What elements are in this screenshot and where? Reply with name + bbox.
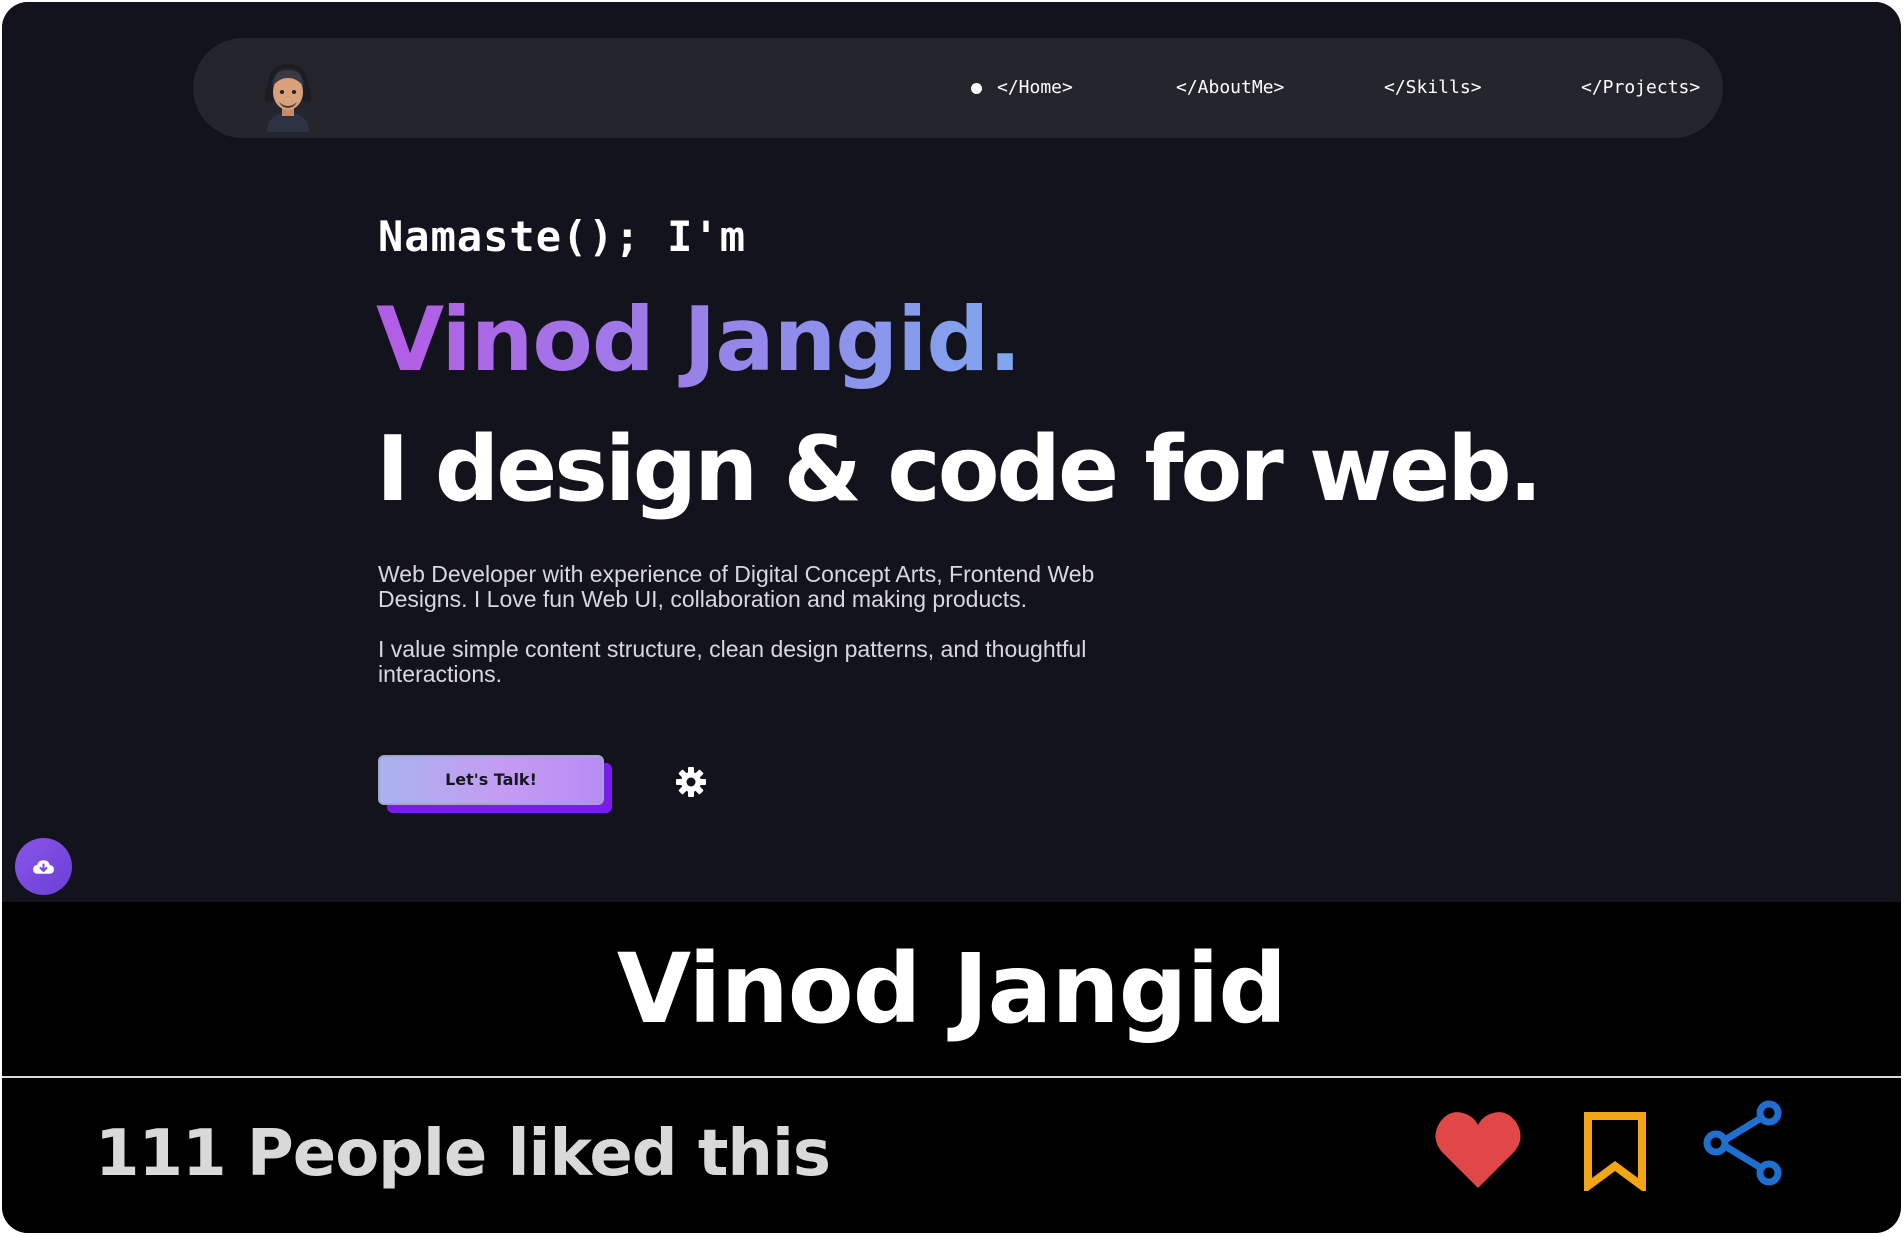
nav-label-aboutme: </AboutMe> <box>1176 77 1285 98</box>
gear-icon[interactable] <box>675 766 707 798</box>
cloud-download-icon <box>33 860 54 874</box>
nav-label-skills: </Skills> <box>1384 77 1482 98</box>
bookmark-icon[interactable] <box>1582 1111 1648 1191</box>
hero-paragraph-values: I value simple content structure, clean … <box>378 636 1087 687</box>
card-footer: 111 People liked this <box>2 1078 1901 1233</box>
share-icon[interactable] <box>1702 1098 1784 1188</box>
download-button[interactable] <box>15 838 72 895</box>
website-preview[interactable]: </Home> </AboutMe> </Skills> </Projects>… <box>2 2 1901 902</box>
hero-tagline: I design & code for web. <box>376 417 1543 522</box>
navbar: </Home> </AboutMe> </Skills> </Projects> <box>193 38 1723 138</box>
nav-item-aboutme[interactable]: </AboutMe> <box>1176 74 1284 102</box>
nav-item-skills[interactable]: </Skills> <box>1384 74 1482 102</box>
nav-item-home[interactable]: </Home> <box>971 74 1073 102</box>
lets-talk-button[interactable]: Let's Talk! <box>378 755 604 805</box>
avatar[interactable] <box>261 62 315 132</box>
hero-paragraph-intro: Web Developer with experience of Digital… <box>378 561 1095 612</box>
hero-greeting: Namaste(); I'm <box>378 212 747 261</box>
likes-count: 111 People liked this <box>95 1117 831 1191</box>
heart-icon[interactable] <box>1434 1108 1522 1190</box>
nav-label-home: </Home> <box>997 77 1073 98</box>
active-dot-icon <box>971 83 982 94</box>
hero-name: Vinod Jangid. <box>376 280 1022 400</box>
project-title: Vinod Jangid <box>2 902 1901 1076</box>
project-card: </Home> </AboutMe> </Skills> </Projects>… <box>2 2 1901 1233</box>
nav-item-projects[interactable]: </Projects> <box>1581 74 1700 102</box>
nav-label-projects: </Projects> <box>1581 77 1701 98</box>
